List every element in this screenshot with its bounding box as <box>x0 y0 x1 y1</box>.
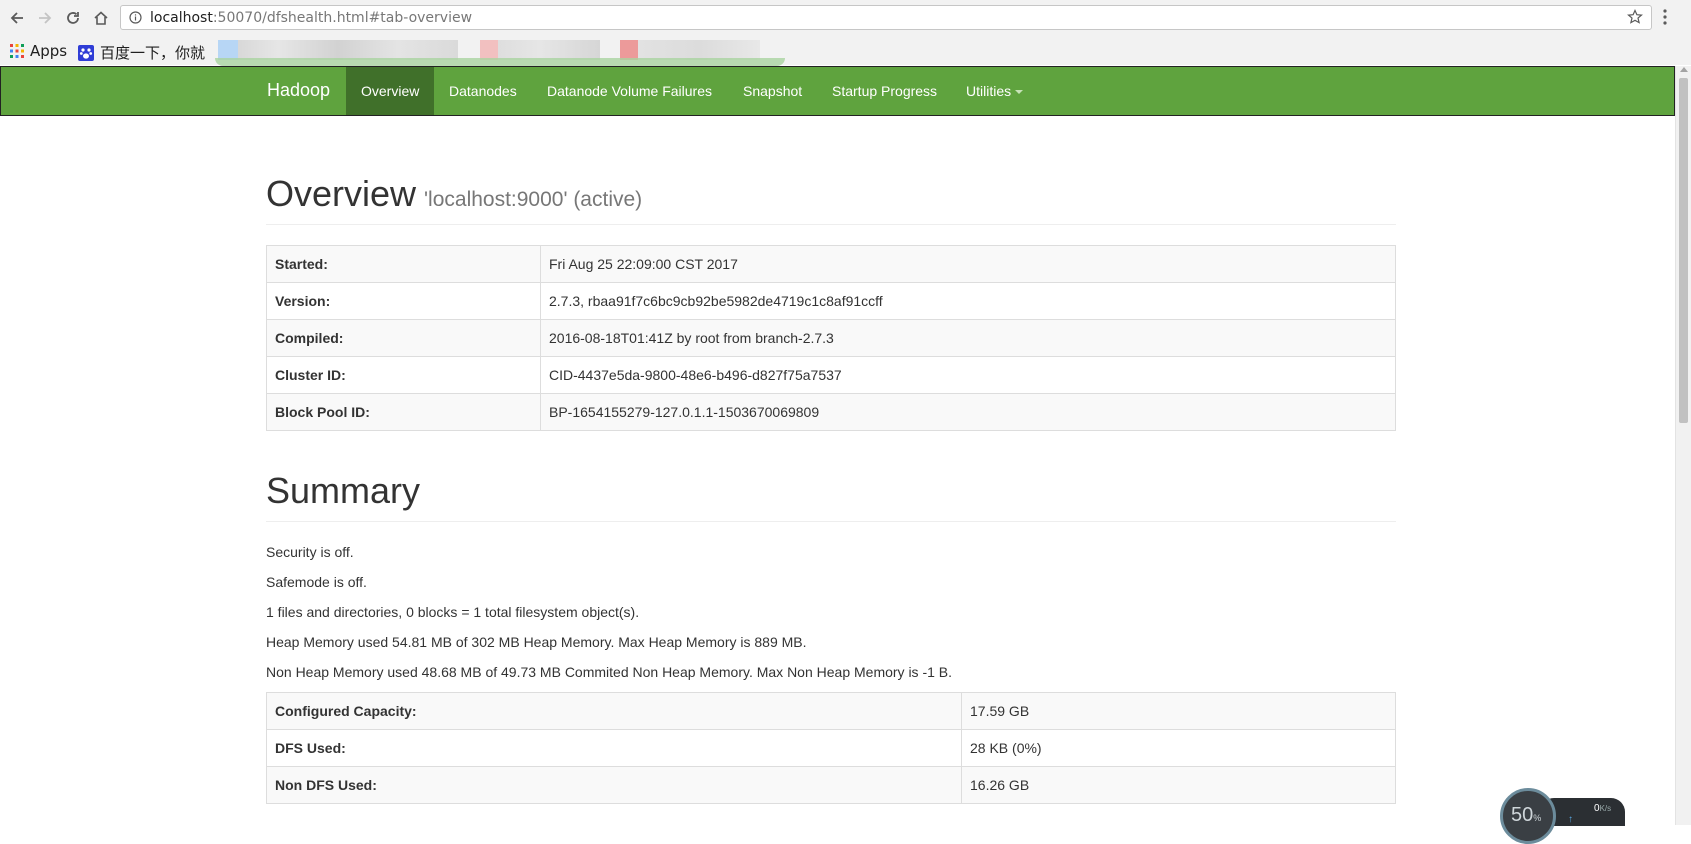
gauge-percent-value: 50 <box>1511 804 1534 826</box>
url-host: localhost <box>150 10 213 26</box>
blurred-bookmarks <box>480 40 600 60</box>
bookmark-baidu[interactable]: 百度一下，你就 <box>78 42 205 63</box>
bookmark-apps-label: Apps <box>30 42 68 60</box>
row-value: Fri Aug 25 22:09:00 CST 2017 <box>540 245 1396 283</box>
overview-table: Started: Fri Aug 25 22:09:00 CST 2017 Ve… <box>266 245 1396 431</box>
scroll-up-arrow-icon[interactable] <box>1680 67 1688 72</box>
address-bar[interactable]: localhost:50070/dfshealth.html#tab-overv… <box>120 5 1652 30</box>
row-value: 16.26 GB <box>961 766 1396 804</box>
blurred-bookmarks <box>218 40 458 60</box>
capacity-table: Configured Capacity: 17.59 GB DFS Used: … <box>266 692 1396 804</box>
table-row: Started: Fri Aug 25 22:09:00 CST 2017 <box>266 245 1396 283</box>
dropdown-caret-icon <box>1015 90 1024 95</box>
nav-tab-overview[interactable]: Overview <box>346 67 435 115</box>
nav-tab-datanode-volume-failures[interactable]: Datanode Volume Failures <box>532 67 727 115</box>
url-path: :50070/dfshealth.html#tab-overview <box>212 10 473 26</box>
nav-tab-datanodes[interactable]: Datanodes <box>434 67 532 115</box>
url-text: localhost:50070/dfshealth.html#tab-overv… <box>150 10 472 26</box>
row-label: Non DFS Used: <box>266 766 962 804</box>
table-row: DFS Used: 28 KB (0%) <box>266 729 1396 767</box>
apps-grid-icon <box>10 44 24 58</box>
vertical-scrollbar[interactable] <box>1675 66 1691 825</box>
table-row: Block Pool ID: BP-1654155279-127.0.1.1-1… <box>266 393 1396 431</box>
summary-line: Non Heap Memory used 48.68 MB of 49.73 M… <box>266 664 953 680</box>
network-speed-widget[interactable]: ↑ 0K/s 50% <box>1500 786 1625 844</box>
overview-subtitle: 'localhost:9000' (active) <box>424 188 643 211</box>
scroll-thumb[interactable] <box>1679 78 1688 423</box>
bookmark-apps[interactable]: Apps <box>10 42 67 60</box>
gauge-percent-unit: % <box>1533 813 1542 823</box>
row-label: Block Pool ID: <box>266 393 541 431</box>
hadoop-navbar: Hadoop Overview Datanodes Datanode Volum… <box>0 66 1675 116</box>
summary-line: Safemode is off. <box>266 574 367 590</box>
row-label: DFS Used: <box>266 729 962 767</box>
overview-title: Overview <box>266 173 417 214</box>
reload-icon <box>67 12 79 24</box>
row-label: Compiled: <box>266 319 541 357</box>
table-row: Non DFS Used: 16.26 GB <box>266 766 1396 804</box>
nav-tab-snapshot[interactable]: Snapshot <box>728 67 817 115</box>
summary-line: 1 files and directories, 0 blocks = 1 to… <box>266 604 640 620</box>
row-value: BP-1654155279-127.0.1.1-1503670069809 <box>540 393 1396 431</box>
back-button[interactable] <box>6 7 28 29</box>
row-value: 17.59 GB <box>961 692 1396 730</box>
summary-line: Security is off. <box>266 544 354 560</box>
table-row: Version: 2.7.3, rbaa91f7c6bc9cb92be5982d… <box>266 282 1396 320</box>
browser-menu-icon[interactable] <box>1662 8 1668 31</box>
overview-header: Overview 'localhost:9000' (active) <box>266 173 1396 225</box>
forward-button[interactable] <box>34 7 56 29</box>
row-value: 28 KB (0%) <box>961 729 1396 767</box>
row-label: Started: <box>266 245 541 283</box>
row-label: Configured Capacity: <box>266 692 962 730</box>
nav-tab-utilities-label: Utilities <box>966 83 1012 99</box>
info-icon[interactable] <box>129 11 142 29</box>
upload-arrow-icon: ↑ <box>1568 814 1573 825</box>
forward-arrow-icon <box>39 12 52 24</box>
nav-tab-utilities[interactable]: Utilities <box>951 67 1038 115</box>
browser-toolbar: localhost:50070/dfshealth.html#tab-overv… <box>0 0 1691 36</box>
gauge-percent: 50% <box>1511 804 1541 827</box>
home-icon <box>94 11 108 25</box>
navbar-brand[interactable]: Hadoop <box>267 80 330 101</box>
memory-gauge: 50% <box>1500 788 1556 844</box>
network-speed-text: 0K/s <box>1594 803 1611 814</box>
bookmark-baidu-label: 百度一下，你就 <box>100 44 206 62</box>
page-viewport: Hadoop Overview Datanodes Datanode Volum… <box>0 66 1675 825</box>
table-row: Cluster ID: CID-4437e5da-9800-48e6-b496-… <box>266 356 1396 394</box>
table-row: Configured Capacity: 17.59 GB <box>266 692 1396 730</box>
summary-text: Security is off. Safemode is off. 1 file… <box>266 542 1396 682</box>
speed-unit: K/s <box>1599 804 1612 813</box>
nav-tab-startup-progress[interactable]: Startup Progress <box>817 67 952 115</box>
row-value: CID-4437e5da-9800-48e6-b496-d827f75a7537 <box>540 356 1396 394</box>
summary-header: Summary <box>266 470 1396 522</box>
row-value: 2016-08-18T01:41Z by root from branch-2.… <box>540 319 1396 357</box>
main-content: Overview 'localhost:9000' (active) Starte… <box>266 116 1396 804</box>
row-label: Cluster ID: <box>266 356 541 394</box>
bookmark-star-icon[interactable] <box>1627 9 1643 30</box>
table-row: Compiled: 2016-08-18T01:41Z by root from… <box>266 319 1396 357</box>
blurred-bookmarks <box>215 58 785 66</box>
home-button[interactable] <box>90 7 112 29</box>
row-label: Version: <box>266 282 541 320</box>
reload-button[interactable] <box>62 7 84 29</box>
baidu-paw-icon <box>78 44 94 61</box>
back-arrow-icon <box>10 12 23 24</box>
summary-title: Summary <box>266 470 421 511</box>
blurred-bookmarks <box>620 40 760 60</box>
row-value: 2.7.3, rbaa91f7c6bc9cb92be5982de4719c1c8… <box>540 282 1396 320</box>
summary-line: Heap Memory used 54.81 MB of 302 MB Heap… <box>266 634 807 650</box>
